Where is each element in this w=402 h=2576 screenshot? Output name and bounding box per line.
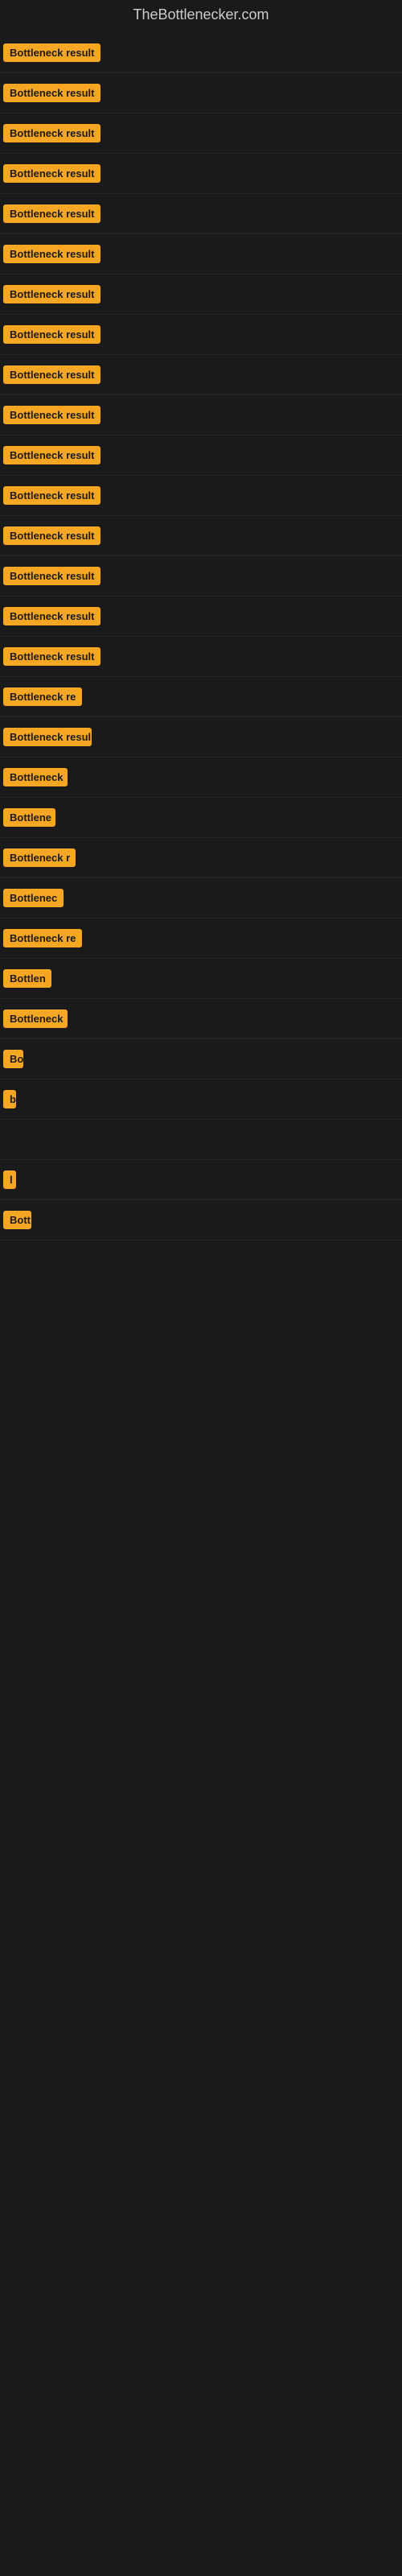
result-row-20: Bottleneck r: [0, 838, 402, 878]
result-row-5: Bottleneck result: [0, 234, 402, 275]
result-row-15: Bottleneck result: [0, 637, 402, 677]
bottleneck-badge-25[interactable]: Bo: [3, 1050, 23, 1068]
bottleneck-badge-12[interactable]: Bottleneck result: [3, 526, 100, 545]
result-row-29: Bott: [0, 1200, 402, 1241]
result-row-26: b: [0, 1080, 402, 1120]
results-container: Bottleneck result Bottleneck result Bottle…: [0, 33, 402, 1804]
bottleneck-badge-16[interactable]: Bottleneck re: [3, 687, 82, 706]
bottleneck-badge-10[interactable]: Bottleneck result: [3, 446, 100, 464]
result-row-27: [0, 1120, 402, 1160]
bottleneck-badge-4[interactable]: Bottleneck result: [3, 204, 100, 223]
bottleneck-badge-28[interactable]: l: [3, 1170, 16, 1189]
result-row-11: Bottleneck result: [0, 476, 402, 516]
result-row-4: Bottleneck result: [0, 194, 402, 234]
result-row-25: Bo: [0, 1039, 402, 1080]
result-row-3: Bottleneck result: [0, 154, 402, 194]
result-row-22: Bottleneck re: [0, 919, 402, 959]
bottleneck-badge-8[interactable]: Bottleneck result: [3, 365, 100, 384]
result-row-16: Bottleneck re: [0, 677, 402, 717]
result-row-6: Bottleneck result: [0, 275, 402, 315]
result-row-28: l: [0, 1160, 402, 1200]
result-row-7: Bottleneck result: [0, 315, 402, 355]
bottleneck-badge-23[interactable]: Bottlen: [3, 969, 51, 988]
result-row-17: Bottleneck resul: [0, 717, 402, 758]
bottleneck-badge-26[interactable]: b: [3, 1090, 16, 1108]
result-row-10: Bottleneck result: [0, 436, 402, 476]
result-row-2: Bottleneck result: [0, 114, 402, 154]
bottleneck-badge-1[interactable]: Bottleneck result: [3, 84, 100, 102]
bottleneck-badge-5[interactable]: Bottleneck result: [3, 245, 100, 263]
result-row-14: Bottleneck result: [0, 597, 402, 637]
bottleneck-badge-20[interactable]: Bottleneck r: [3, 848, 76, 867]
bottleneck-badge-2[interactable]: Bottleneck result: [3, 124, 100, 142]
result-row-1: Bottleneck result: [0, 73, 402, 114]
bottleneck-badge-13[interactable]: Bottleneck result: [3, 567, 100, 585]
bottleneck-badge-9[interactable]: Bottleneck result: [3, 406, 100, 424]
bottleneck-badge-7[interactable]: Bottleneck result: [3, 325, 100, 344]
result-row-24: Bottleneck: [0, 999, 402, 1039]
result-row-13: Bottleneck result: [0, 556, 402, 597]
bottleneck-badge-14[interactable]: Bottleneck result: [3, 607, 100, 625]
result-row-23: Bottlen: [0, 959, 402, 999]
bottleneck-badge-15[interactable]: Bottleneck result: [3, 647, 100, 666]
bottleneck-badge-3[interactable]: Bottleneck result: [3, 164, 100, 183]
bottleneck-badge-17[interactable]: Bottleneck resul: [3, 728, 92, 746]
result-row-8: Bottleneck result: [0, 355, 402, 395]
result-row-0: Bottleneck result: [0, 33, 402, 73]
bottleneck-badge-21[interactable]: Bottlenec: [3, 889, 64, 907]
bottleneck-badge-18[interactable]: Bottleneck: [3, 768, 68, 786]
bottleneck-badge-11[interactable]: Bottleneck result: [3, 486, 100, 505]
bottleneck-badge-0[interactable]: Bottleneck result: [3, 43, 100, 62]
bottleneck-badge-29[interactable]: Bott: [3, 1211, 31, 1229]
bottleneck-badge-6[interactable]: Bottleneck result: [3, 285, 100, 303]
result-row-19: Bottlene: [0, 798, 402, 838]
result-row-12: Bottleneck result: [0, 516, 402, 556]
result-row-9: Bottleneck result: [0, 395, 402, 436]
bottleneck-badge-19[interactable]: Bottlene: [3, 808, 55, 827]
site-title: TheBottlenecker.com: [0, 0, 402, 33]
result-row-18: Bottleneck: [0, 758, 402, 798]
bottleneck-badge-24[interactable]: Bottleneck: [3, 1009, 68, 1028]
bottleneck-badge-22[interactable]: Bottleneck re: [3, 929, 82, 947]
result-row-21: Bottlenec: [0, 878, 402, 919]
